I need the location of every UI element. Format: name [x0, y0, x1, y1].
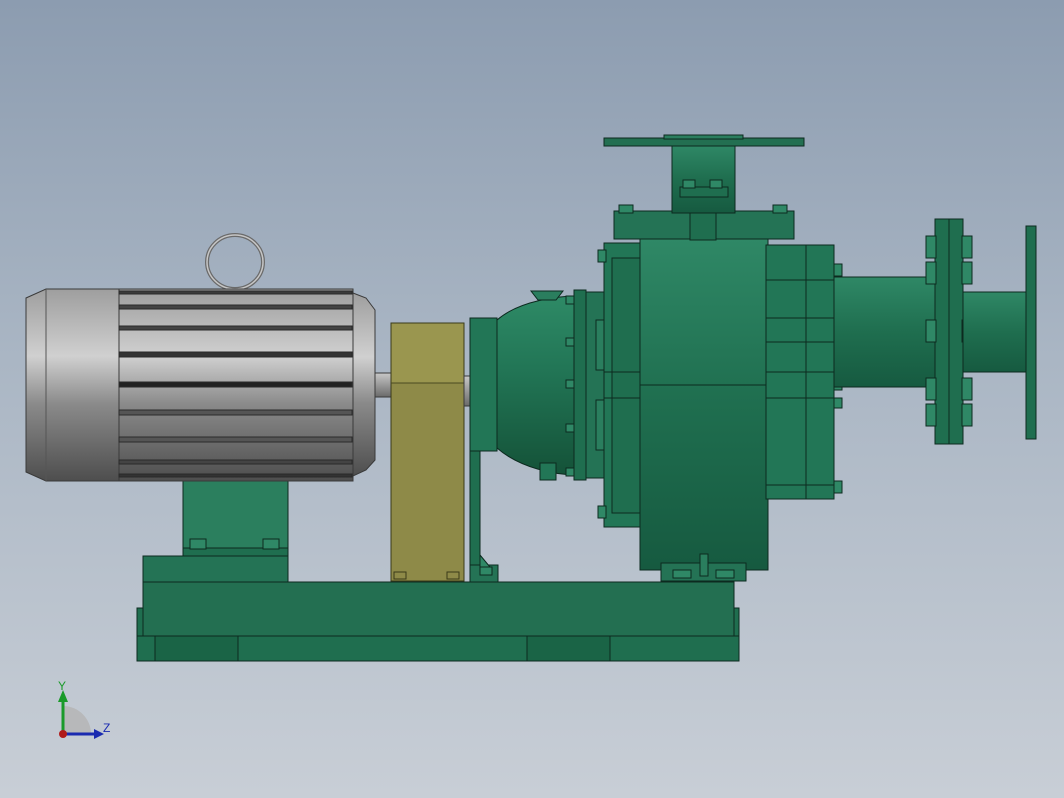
cad-viewport[interactable]: Y Z — [0, 0, 1064, 798]
coupling-guard[interactable] — [390, 322, 473, 582]
motor-end-shield — [352, 292, 376, 477]
y-axis-label: Y — [58, 679, 67, 693]
triad-origin — [59, 730, 67, 738]
discharge-nozzle[interactable] — [603, 134, 805, 241]
electric-motor[interactable] — [25, 233, 396, 482]
suction-pipe[interactable] — [833, 218, 1037, 445]
triad-quadrant — [63, 706, 91, 734]
motor-foot — [182, 473, 289, 557]
motor-fan-cover — [25, 288, 121, 482]
pump-assembly-model[interactable] — [0, 0, 1064, 798]
volute-body — [639, 237, 769, 571]
z-axis-label: Z — [103, 721, 111, 735]
pump-casing[interactable] — [597, 237, 843, 582]
orientation-triad: Y Z — [40, 676, 130, 756]
bearing-housing[interactable] — [469, 290, 579, 481]
suction-end-flange — [1025, 225, 1037, 440]
